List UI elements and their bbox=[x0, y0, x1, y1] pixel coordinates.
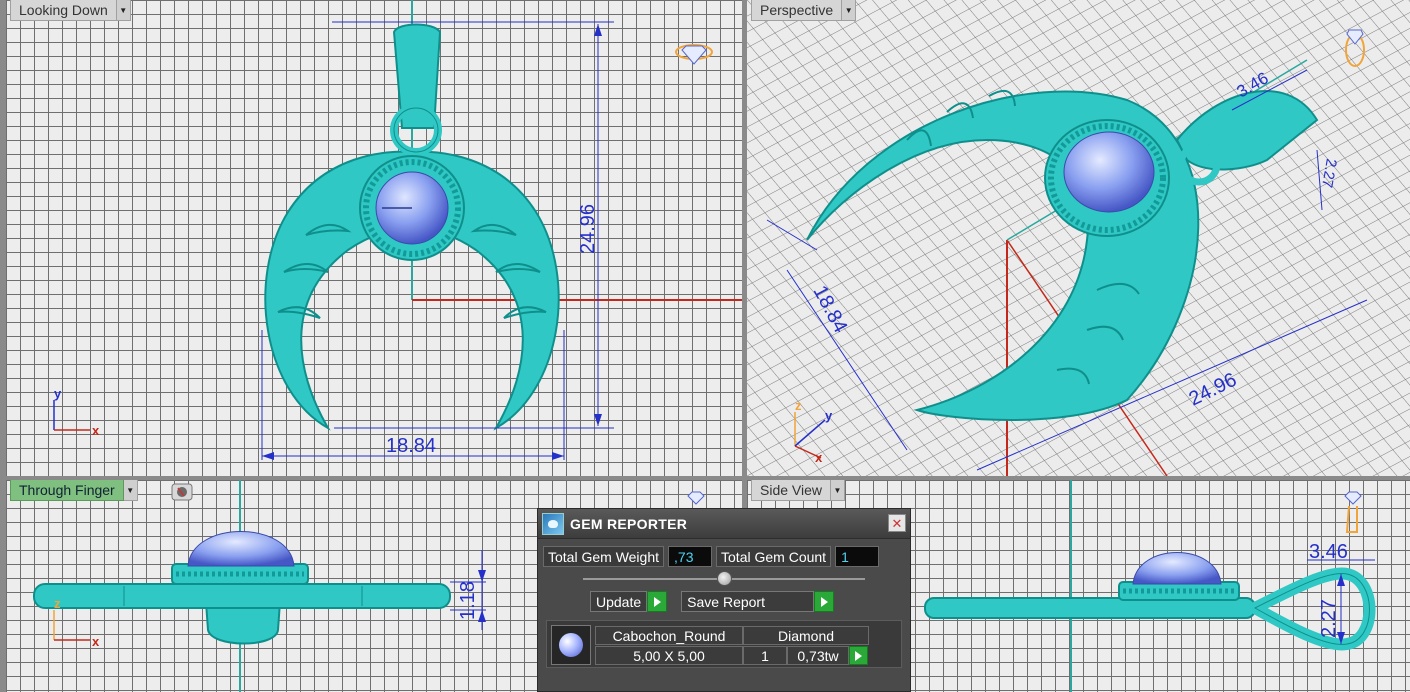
gem-cabochon bbox=[187, 531, 295, 567]
axis-z-label: z bbox=[795, 398, 802, 413]
axis-z-label: z bbox=[54, 596, 61, 611]
viewport-perspective[interactable]: Perspective ▼ 18.84 24.96 3.46 2.27 z y … bbox=[747, 0, 1410, 476]
chevron-down-icon[interactable]: ▼ bbox=[842, 0, 857, 21]
viewport-label-through-finger[interactable]: Through Finger ▼ bbox=[10, 480, 138, 501]
update-button[interactable]: Update bbox=[590, 591, 668, 612]
axis-y-label: y bbox=[54, 386, 62, 401]
viewport-label-text: Looking Down bbox=[10, 0, 117, 21]
gem-shape-cell: Cabochon_Round bbox=[595, 626, 743, 645]
viewport-looking-down[interactable]: Looking Down ▼ 24.96 18.84 y x bbox=[6, 0, 742, 476]
action-buttons: Update Save Report bbox=[590, 591, 835, 612]
slider-knob[interactable] bbox=[717, 571, 732, 586]
gem-reporter-title: GEM REPORTER bbox=[570, 515, 688, 532]
viewport-label-looking-down[interactable]: Looking Down ▼ bbox=[10, 0, 131, 21]
viewport-label-text: Perspective bbox=[751, 0, 843, 21]
ring-gem-icon bbox=[675, 44, 713, 65]
chevron-down-icon[interactable]: ▼ bbox=[831, 480, 846, 501]
total-count-label: Total Gem Count bbox=[716, 546, 832, 567]
gem-reporter-app-icon bbox=[542, 512, 564, 535]
axis-x-label: x bbox=[92, 634, 100, 649]
viewport-label-text: Side View bbox=[751, 480, 832, 501]
chevron-down-icon[interactable]: ▼ bbox=[116, 0, 131, 21]
viewport-label-perspective[interactable]: Perspective ▼ bbox=[751, 0, 857, 21]
camera-icon bbox=[171, 483, 193, 501]
pendant-side-body bbox=[33, 583, 451, 609]
dim-width-label: 18.84 bbox=[386, 435, 436, 457]
play-icon[interactable] bbox=[814, 591, 835, 612]
gem-thumbnail[interactable] bbox=[551, 625, 591, 665]
cabochon-gem-icon bbox=[559, 633, 583, 657]
dim-thickness-label: 1.18 bbox=[457, 581, 479, 620]
total-count-value: 1 bbox=[835, 546, 880, 567]
total-weight-value: ,73 bbox=[668, 546, 713, 567]
looking-down-scene: 24.96 18.84 y x bbox=[53, 0, 742, 460]
detail-slider[interactable] bbox=[583, 571, 865, 586]
gem-count-cell: 1 bbox=[743, 646, 787, 665]
axis-x-label: x bbox=[815, 450, 823, 465]
gem-reporter-panel[interactable]: GEM REPORTER ✕ Total Gem Weight ,73 Tota… bbox=[537, 508, 911, 692]
dim-height-label: 24.96 bbox=[577, 204, 599, 254]
diamond-icon bbox=[1344, 491, 1362, 533]
axis-x-label: x bbox=[92, 423, 100, 438]
dim-bail-width-label: 3.46 bbox=[1309, 541, 1348, 563]
update-button-label: Update bbox=[590, 591, 648, 612]
gem-cabochon bbox=[1132, 552, 1222, 585]
chevron-down-icon[interactable]: ▼ bbox=[123, 480, 138, 501]
play-icon[interactable] bbox=[647, 591, 668, 612]
viewport-label-text: Through Finger bbox=[10, 480, 124, 501]
gem-reporter-titlebar[interactable]: GEM REPORTER ✕ bbox=[538, 509, 910, 539]
dim-bail-height-label: 2.27 bbox=[1318, 599, 1340, 638]
viewport-label-side-view[interactable]: Side View ▼ bbox=[751, 480, 846, 501]
totals-row: Total Gem Weight ,73 Total Gem Count 1 bbox=[543, 546, 880, 567]
gem-list[interactable]: Cabochon_Round Diamond 5,00 X 5,00 1 0,7… bbox=[546, 620, 902, 668]
gem-size-cell: 5,00 X 5,00 bbox=[595, 646, 743, 665]
perspective-scene: 18.84 24.96 3.46 2.27 z y x bbox=[747, 0, 1410, 476]
gem-cabochon bbox=[1063, 131, 1155, 213]
gem-material-cell: Diamond bbox=[743, 626, 869, 645]
close-icon[interactable]: ✕ bbox=[888, 514, 906, 532]
play-icon[interactable] bbox=[849, 646, 868, 665]
save-report-button-label: Save Report bbox=[681, 591, 815, 612]
save-report-button[interactable]: Save Report bbox=[681, 591, 835, 612]
diamond-icon bbox=[687, 491, 705, 505]
axis-y-label: y bbox=[825, 408, 833, 423]
gem-weight-cell: 0,73tw bbox=[787, 646, 849, 665]
total-weight-label: Total Gem Weight bbox=[543, 546, 665, 567]
